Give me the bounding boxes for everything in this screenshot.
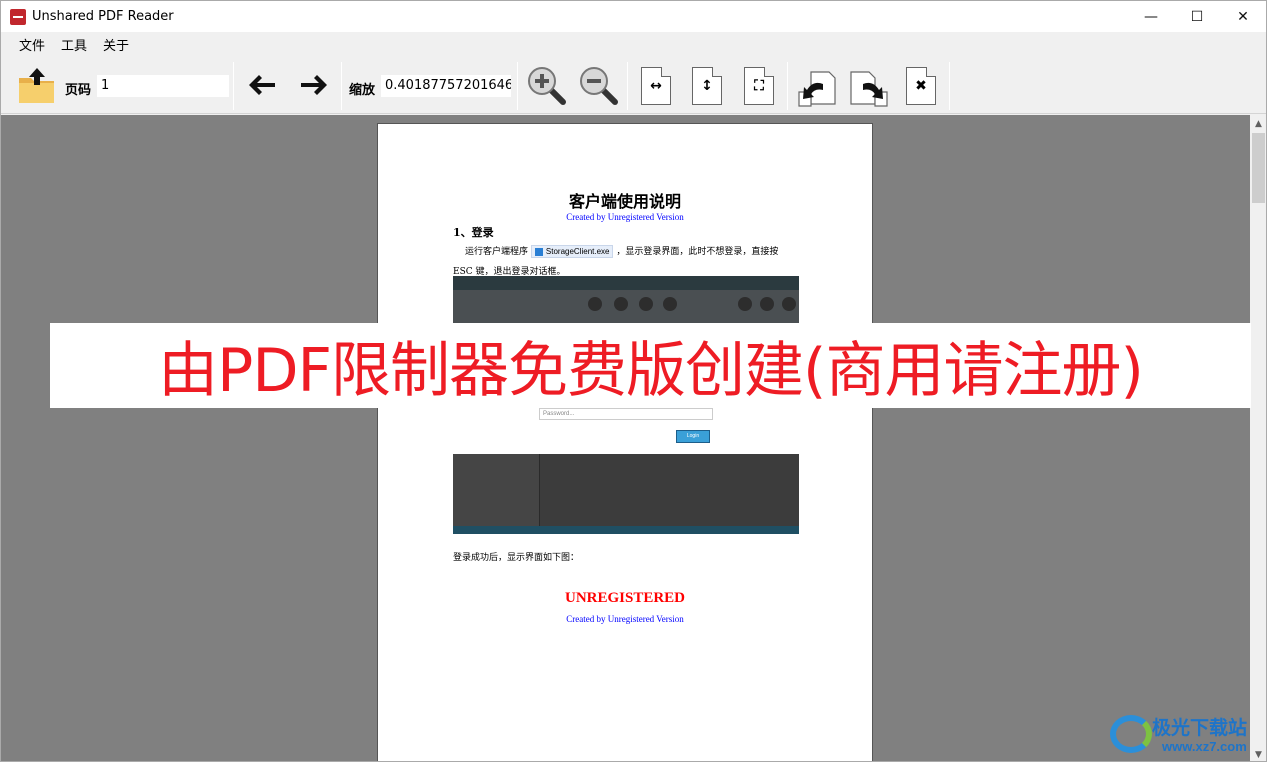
toolbar-separator [233, 62, 234, 110]
close-document-button[interactable]: ✖ [906, 67, 936, 105]
screenshot-button [639, 297, 653, 311]
arrow-right-icon [301, 75, 327, 95]
menu-tools[interactable]: 工具 [53, 35, 95, 54]
screenshot-button [588, 297, 602, 311]
page-number-input[interactable]: 1 [97, 75, 229, 97]
screenshot-button [760, 297, 774, 311]
toolbar-separator [627, 62, 628, 110]
menu-about[interactable]: 关于 [95, 35, 137, 54]
screenshot-statusbar [453, 526, 799, 534]
screenshot-button [614, 297, 628, 311]
close-button[interactable]: ✕ [1220, 1, 1266, 32]
section-heading: 1、登录 [453, 226, 494, 239]
paragraph-text-before: 运行客户端程序 [465, 247, 529, 257]
screenshot-titlebar [453, 276, 799, 290]
unregistered-watermark: UNREGISTERED [564, 590, 686, 606]
rotate-left-button[interactable] [797, 66, 839, 108]
zoom-in-icon [528, 67, 566, 105]
fullscreen-button[interactable]: ⛶ [744, 67, 774, 105]
site-logo-url: www.xz7.com [1162, 739, 1247, 754]
scroll-up-icon[interactable]: ▲ [1250, 115, 1266, 132]
created-watermark-top: Created by Unregistered Version [566, 212, 684, 222]
exe-name: StorageClient.exe [545, 247, 610, 256]
screenshot-button [663, 297, 677, 311]
zoom-out-button[interactable] [577, 64, 619, 106]
app-window: Unshared PDF Reader — ☐ ✕ 文件 工具 关于 页码 1 [0, 0, 1267, 762]
document-viewer[interactable]: 客户端使用说明 Created by Unregistered Version … [1, 115, 1250, 761]
zoom-input[interactable]: 0.40187757201646 [381, 75, 511, 97]
zoom-out-icon [580, 67, 618, 105]
overlay-watermark: 由PDF限制器免费版创建(商用请注册) [50, 323, 1251, 408]
toolbar-separator [787, 62, 788, 110]
created-watermark-bottom: Created by Unregistered Version [566, 614, 684, 624]
minimize-button[interactable]: — [1128, 1, 1174, 32]
window-title: Unshared PDF Reader [32, 9, 174, 24]
rotate-right-button[interactable] [849, 66, 891, 108]
menu-file[interactable]: 文件 [11, 35, 53, 54]
toolbar-separator [517, 62, 518, 110]
maximize-button[interactable]: ☐ [1174, 1, 1220, 32]
fit-height-button[interactable]: ↕ [692, 67, 722, 105]
exe-chip: StorageClient.exe [530, 245, 614, 258]
menu-bar: 文件 工具 关于 [1, 32, 1266, 56]
site-logo: 极光下载站 www.xz7.com [1106, 707, 1264, 759]
screenshot-password-field: Password... [539, 408, 713, 420]
page-label: 页码 [65, 83, 92, 98]
overlay-watermark-text: 由PDF限制器免费版创建(商用请注册) [158, 336, 1144, 406]
paragraph-text-after: ，显示登录界面，此时不想登录，直接按 [616, 247, 779, 257]
title-bar: Unshared PDF Reader — ☐ ✕ [1, 1, 1266, 32]
toolbar-separator [949, 62, 950, 110]
app-icon [10, 8, 26, 25]
toolbar: 页码 1 缩放 0.40187757201646 ↔ ↕ ⛶ ✖ [1, 56, 1266, 114]
previous-page-button[interactable] [245, 72, 279, 98]
site-logo-name: 极光下载站 [1152, 717, 1248, 739]
fit-width-button[interactable]: ↔ [641, 67, 671, 105]
paragraph-after-login: 登录成功后，显示界面如下图： [453, 553, 580, 563]
zoom-in-button[interactable] [525, 64, 567, 106]
logo-swirl-icon [1110, 715, 1152, 753]
paragraph-run-client: 运行客户端程序 StorageClient.exe ，显示登录界面，此时不想登录… [465, 244, 778, 258]
window-controls: — ☐ ✕ [1128, 1, 1266, 32]
toolbar-separator [341, 62, 342, 110]
folder-open-icon [19, 68, 54, 103]
screenshot-login-button: Login [676, 430, 710, 443]
arrow-left-icon [249, 75, 275, 95]
screenshot-divider [539, 454, 540, 526]
zoom-label: 缩放 [349, 83, 376, 98]
document-title: 客户端使用说明 [568, 192, 681, 211]
scrollbar-thumb[interactable] [1252, 133, 1265, 203]
rotate-left-icon [798, 71, 836, 107]
rotate-right-icon [850, 71, 888, 107]
vertical-scrollbar[interactable]: ▲ ▼ [1250, 115, 1266, 761]
screenshot-login-form: Password... Login [453, 406, 799, 454]
screenshot-button [782, 297, 796, 311]
pdf-page: 客户端使用说明 Created by Unregistered Version … [377, 123, 873, 761]
exe-file-icon [534, 247, 543, 256]
open-file-button[interactable] [17, 66, 57, 106]
next-page-button[interactable] [297, 72, 331, 98]
screenshot-button [738, 297, 752, 311]
